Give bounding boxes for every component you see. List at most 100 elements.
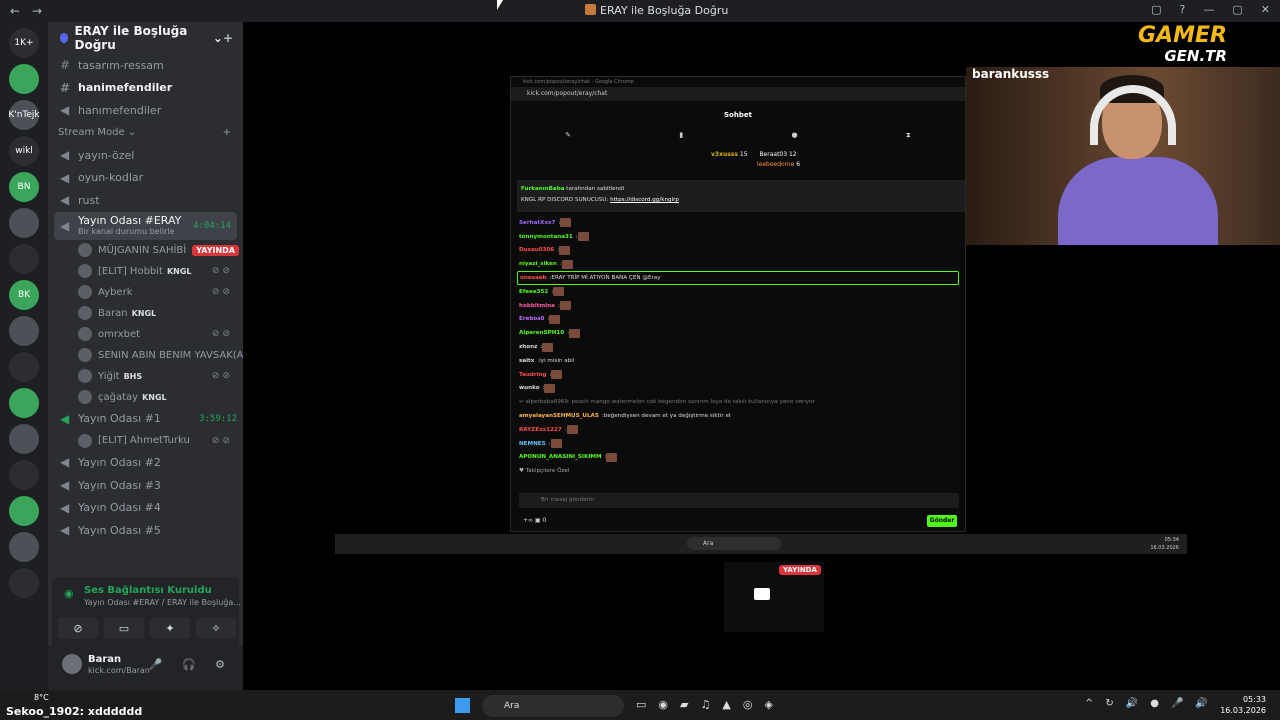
stream-preview[interactable]: YAYINDA — [724, 562, 824, 632]
screen-share-icon[interactable]: ▢ — [1151, 3, 1161, 16]
voice-user[interactable]: Baran KNGL — [48, 303, 243, 324]
voice-user[interactable]: Ayberk ⊘⊘ — [48, 282, 243, 303]
server-icon[interactable] — [9, 424, 39, 454]
forward-arrow-icon[interactable]: → — [30, 4, 44, 18]
add-user-icon[interactable]: + — [223, 31, 233, 45]
chat-username[interactable]: RAYZExx1227 — [519, 427, 562, 433]
channel-status[interactable]: Bir kanal durumu belirle — [78, 226, 181, 237]
channel-voice[interactable]: ◀ rust — [48, 189, 243, 212]
taskbar-app-icon[interactable]: ◎ — [743, 698, 753, 711]
channel-voice[interactable]: ◀ Yayın Odası #3 — [48, 474, 243, 497]
voice-user[interactable]: SENIN ABIN BENIM YAVSAK(A... — [48, 345, 253, 366]
taskbar-app-icon[interactable]: ♫ — [700, 698, 710, 711]
channel-voice[interactable]: ◀ hanımefendiler — [48, 99, 243, 122]
screen-share-button[interactable]: ▭ — [104, 617, 144, 639]
chat-extras[interactable]: +∞ ▣ 0 — [523, 517, 546, 524]
voice-user[interactable]: Yiğit BHS ⊘⊘ — [48, 366, 243, 387]
chat-username[interactable]: APONUN_ANASINI_SIKIMM — [519, 454, 602, 460]
server-icon[interactable] — [9, 496, 39, 526]
tray-icon[interactable]: 🔊 — [1195, 698, 1207, 709]
taskbar-search[interactable]: Ara — [482, 695, 624, 717]
chat-username[interactable]: wunko — [519, 385, 540, 391]
taskbar-clock[interactable]: 05:33 16.03.2026 — [1220, 694, 1266, 716]
channel-text[interactable]: # tasarım-ressam — [48, 54, 243, 77]
taskbar-app-icon[interactable]: ▰ — [680, 698, 688, 711]
server-icon[interactable]: wikl — [9, 136, 39, 166]
voice-channel-eray[interactable]: ◀ Yayın Odası #ERAY Bir kanal durumu bel… — [54, 211, 237, 240]
avatar[interactable] — [62, 654, 82, 674]
soundboard-button[interactable]: ✧ — [196, 617, 236, 639]
tray-icon[interactable]: 🎤 — [1171, 698, 1183, 709]
voice-user[interactable]: [ELIT] AhmetTurku ⊘⊘ — [48, 430, 243, 451]
camera-off-button[interactable]: ⊘ — [58, 617, 98, 639]
server-icon[interactable]: 1K+ — [9, 28, 39, 58]
minimize-button[interactable]: — — [1203, 3, 1214, 16]
close-button[interactable]: ✕ — [1261, 3, 1270, 16]
chat-username[interactable]: AlperenSPH10 — [519, 330, 564, 336]
tray-icon[interactable]: ^ — [1085, 698, 1093, 709]
channel-voice[interactable]: ◀ oyun-kodlar — [48, 166, 243, 189]
channel-voice[interactable]: ◀ Yayın Odası #5 — [48, 519, 243, 542]
chat-username[interactable]: saitx — [519, 358, 534, 364]
trash-icon[interactable]: ▮ — [679, 131, 683, 140]
chat-username[interactable]: Erebos0 — [519, 316, 544, 322]
server-icon[interactable] — [9, 352, 39, 382]
voice-status[interactable]: Ses Bağlantısı Kuruldu — [84, 585, 212, 596]
server-icon[interactable] — [9, 64, 39, 94]
chat-bubble-icon[interactable]: ● — [791, 131, 797, 140]
server-header[interactable]: ERAY ile Boşluğa Doğru ⌄ + — [48, 22, 243, 54]
pinned-link[interactable]: https://discord.gg/knglrp — [610, 197, 679, 203]
server-icon[interactable] — [9, 388, 39, 418]
user-controls[interactable]: 🎤 🎧 ⚙ — [149, 658, 233, 671]
server-icon[interactable] — [9, 460, 39, 490]
tray-icon[interactable]: 🔊 — [1126, 698, 1138, 709]
address-bar[interactable]: kick.com/popout/eray/chat — [511, 87, 965, 101]
channel-voice[interactable]: ◀ Yayın Odası #2 — [48, 451, 243, 474]
server-icon[interactable]: K'nTejk — [8, 100, 40, 130]
channel-text[interactable]: # hanimefendiler — [48, 77, 243, 100]
chat-input[interactable]: Bir mesaj gönderin — [519, 493, 959, 508]
chat-username[interactable]: tonnymontana31 — [519, 234, 573, 240]
tray-icon[interactable]: ↻ — [1105, 698, 1113, 709]
back-arrow-icon[interactable]: ← — [8, 4, 22, 18]
channel-voice[interactable]: ◀ Yayın Odası #4 — [48, 496, 243, 519]
server-icon[interactable] — [9, 532, 39, 562]
server-icon[interactable]: BN — [9, 172, 39, 202]
taskbar-app-icon[interactable]: ▲ — [722, 698, 730, 711]
voice-user[interactable]: [ELIT] Hobbit KNGL ⊘⊘ — [48, 261, 243, 282]
voice-user[interactable]: omrxbet ⊘⊘ — [48, 324, 243, 345]
weather-widget[interactable]: 8°C — [34, 693, 49, 702]
chat-username[interactable]: Dusau0306 — [519, 247, 554, 253]
chat-username[interactable]: Taudring — [519, 372, 547, 378]
server-icon[interactable] — [9, 568, 39, 598]
create-channel-icon[interactable]: + — [223, 127, 231, 138]
voice-user[interactable]: MÜJGANIN SAHİBİ YAYINDA — [48, 240, 243, 261]
start-button[interactable] — [455, 698, 470, 713]
chat-username[interactable]: onesaeb — [520, 275, 547, 281]
taskbar-app-icon[interactable]: ◈ — [764, 698, 772, 711]
voice-channel-1[interactable]: ◀ Yayın Odası #1 3:59:12 — [48, 408, 243, 431]
server-icon[interactable] — [9, 208, 39, 238]
chat-username[interactable]: amyalayanSEHMUS_ULAS — [519, 413, 599, 419]
chat-username[interactable]: hobbitmina — [519, 303, 555, 309]
chat-username[interactable]: Efeee352 — [519, 289, 548, 295]
hourglass-icon[interactable]: ⧗ — [906, 131, 911, 140]
maximize-button[interactable]: ▢ — [1232, 3, 1242, 16]
tray-icon[interactable]: ● — [1150, 698, 1159, 709]
pin-icon[interactable]: ✎ — [565, 131, 571, 140]
voice-user[interactable]: çağatay KNGL — [48, 387, 243, 408]
category-stream-mode[interactable]: Stream Mode ⌄ + — [48, 122, 243, 144]
taskbar-app-icon[interactable]: ◉ — [658, 698, 668, 711]
send-button[interactable]: Gönder — [927, 515, 957, 527]
server-icon[interactable]: BK — [9, 280, 39, 310]
chat-username[interactable]: SerhatXxx7 — [519, 220, 555, 226]
activities-button[interactable]: ✦ — [150, 617, 190, 639]
server-icon[interactable] — [9, 244, 39, 274]
taskbar-app-icon[interactable]: ▭ — [636, 698, 646, 711]
chat-username[interactable]: NEMNES — [519, 441, 546, 447]
chat-username[interactable]: niyazi_siken — [519, 261, 557, 267]
chat-username[interactable]: zhonz — [519, 344, 537, 350]
server-icon[interactable] — [9, 316, 39, 346]
help-icon[interactable]: ? — [1180, 3, 1186, 16]
channel-voice[interactable]: ◀ yayın-özel — [48, 144, 243, 167]
